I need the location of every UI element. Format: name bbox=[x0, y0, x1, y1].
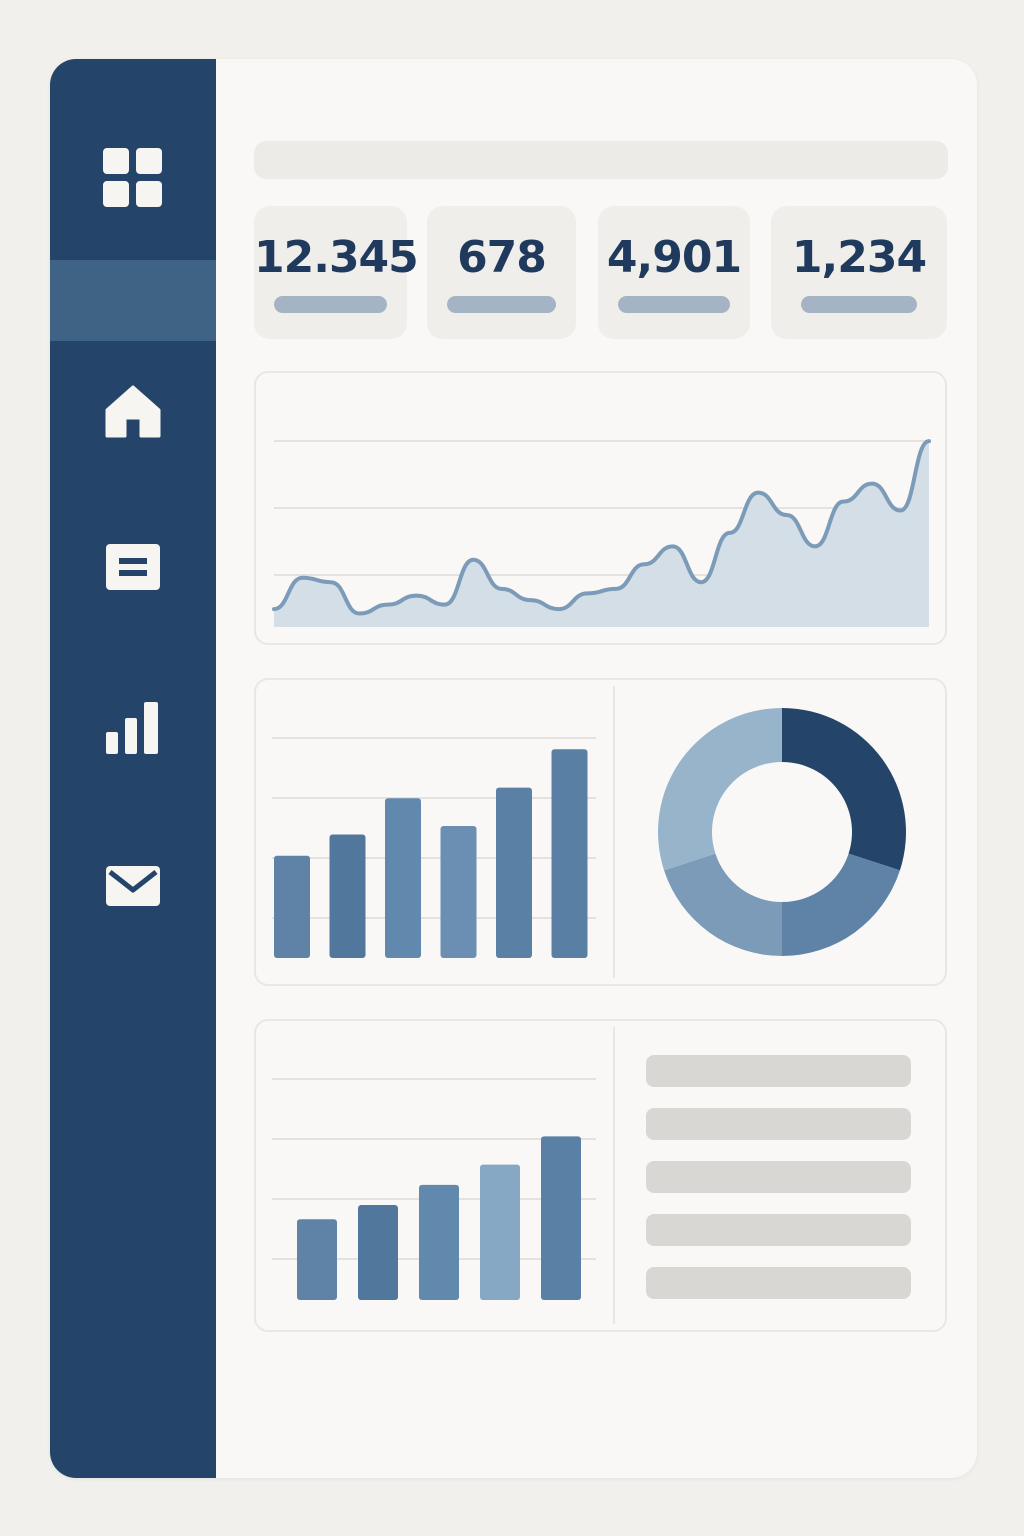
bar bbox=[480, 1164, 520, 1300]
nav-home[interactable] bbox=[50, 379, 216, 443]
donut-slice bbox=[782, 853, 900, 956]
mail-icon bbox=[106, 866, 160, 906]
stat-value: 12.345 bbox=[254, 232, 419, 283]
line-chart-panel bbox=[254, 371, 947, 645]
stat-label-placeholder bbox=[801, 296, 917, 313]
list-item[interactable] bbox=[646, 1055, 911, 1087]
donut-slice bbox=[664, 853, 782, 956]
nav-messages[interactable] bbox=[50, 860, 216, 912]
bar bbox=[358, 1205, 398, 1300]
grid-icon bbox=[103, 148, 162, 207]
stat-card: 678 bbox=[427, 206, 576, 339]
area-fill bbox=[274, 441, 929, 627]
stat-label-placeholder bbox=[447, 296, 556, 313]
donut-chart bbox=[658, 708, 906, 956]
stat-card: 4,901 bbox=[598, 206, 750, 339]
donut-slice bbox=[782, 708, 906, 871]
stat-value: 4,901 bbox=[606, 232, 742, 283]
nav-documents[interactable] bbox=[50, 538, 216, 596]
stat-value: 1,234 bbox=[791, 232, 927, 283]
search-bar[interactable] bbox=[254, 141, 948, 179]
nav-dashboard[interactable] bbox=[50, 143, 216, 213]
donut-slice bbox=[658, 708, 782, 871]
bar bbox=[419, 1184, 459, 1300]
dashboard-window: 12.345 678 4,901 1,234 bbox=[50, 59, 977, 1478]
stat-label-placeholder bbox=[618, 296, 730, 313]
list-item[interactable] bbox=[646, 1161, 911, 1193]
bar bbox=[297, 1219, 337, 1300]
stat-card: 12.345 bbox=[254, 206, 419, 339]
home-icon bbox=[105, 385, 161, 438]
stat-label-placeholder bbox=[274, 296, 387, 313]
bar-chart-icon bbox=[106, 702, 158, 754]
nav-analytics[interactable] bbox=[50, 699, 216, 757]
bar-list-panel bbox=[254, 1019, 947, 1332]
bar-chart-secondary bbox=[272, 1078, 596, 1300]
area-chart bbox=[272, 439, 931, 627]
stat-card: 1,234 bbox=[771, 206, 947, 339]
list-item[interactable] bbox=[646, 1108, 911, 1140]
bar bbox=[541, 1136, 581, 1300]
nav-active-item[interactable] bbox=[50, 260, 216, 341]
document-icon bbox=[106, 544, 160, 590]
list-item[interactable] bbox=[646, 1267, 911, 1299]
list-item[interactable] bbox=[646, 1214, 911, 1246]
sidebar bbox=[50, 59, 216, 1478]
main-content: 12.345 678 4,901 1,234 bbox=[216, 59, 977, 1478]
stat-value: 678 bbox=[457, 232, 547, 283]
panel-divider bbox=[613, 1027, 615, 1324]
bar-donut-panel bbox=[254, 678, 947, 986]
